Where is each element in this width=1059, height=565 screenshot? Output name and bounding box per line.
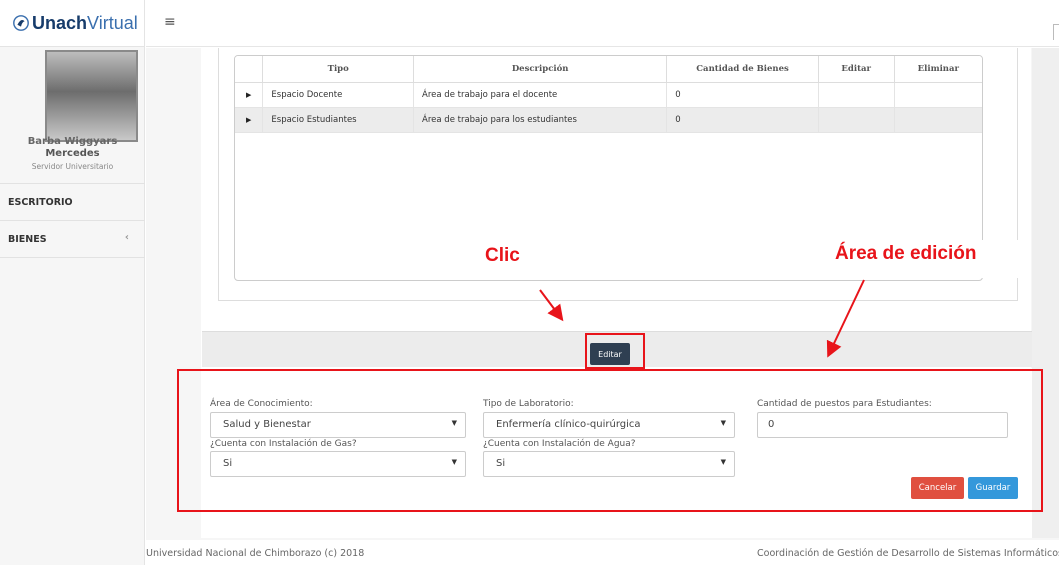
editar-highlight-box [585, 333, 645, 369]
area-edicion-arrow [826, 279, 865, 358]
edit-area-highlight-box [177, 369, 1043, 512]
clic-arrow [539, 289, 564, 322]
